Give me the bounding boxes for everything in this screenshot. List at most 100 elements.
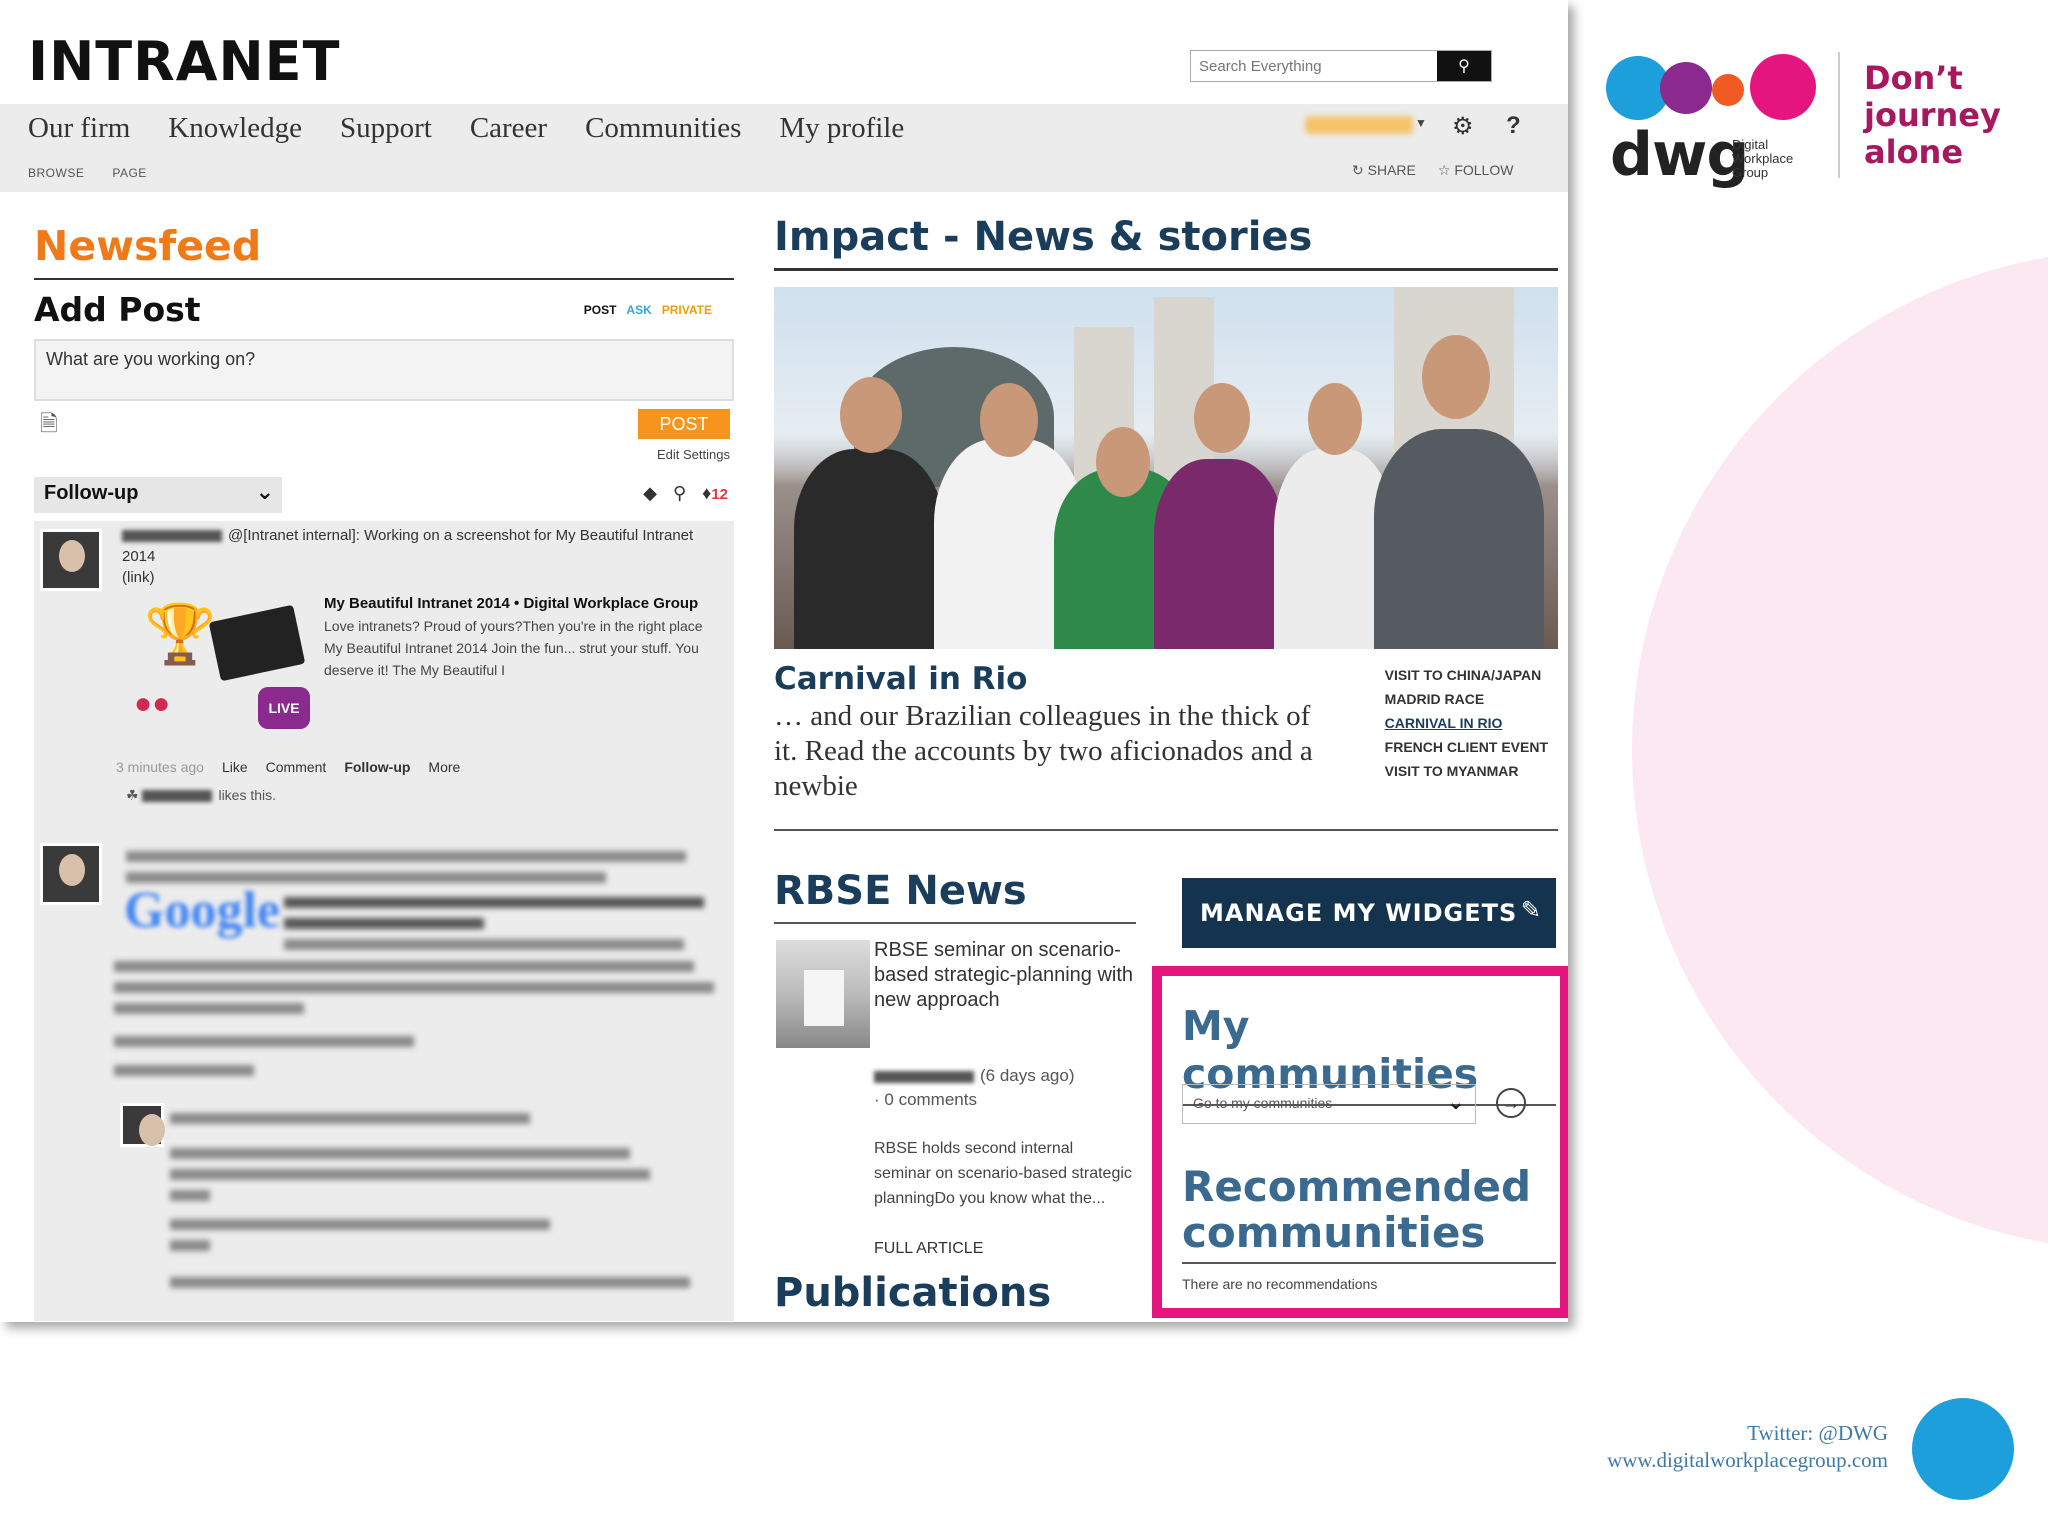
background-circle bbox=[1632, 250, 2048, 1250]
story-link[interactable]: VISIT TO CHINA/JAPAN bbox=[1385, 663, 1548, 687]
rbse-meta: (6 days ago) · 0 comments bbox=[874, 1066, 1075, 1109]
tab-post[interactable]: POST bbox=[584, 303, 617, 317]
slide: INTRANET ⚲ Our firm Knowledge Support Ca… bbox=[0, 0, 2048, 1536]
search-button[interactable]: ⚲ bbox=[1437, 51, 1491, 81]
rbse-comments[interactable]: 0 comments bbox=[884, 1090, 977, 1109]
nav-support[interactable]: Support bbox=[340, 112, 432, 145]
author-name-blurred[interactable] bbox=[122, 530, 222, 543]
nav-my-profile[interactable]: My profile bbox=[779, 112, 904, 145]
notification-count: 12 bbox=[711, 486, 728, 503]
rbse-headline[interactable]: RBSE seminar on scenario-based strategic… bbox=[874, 938, 1136, 1013]
main-nav: Our firm Knowledge Support Career Commun… bbox=[28, 112, 904, 145]
tab-private[interactable]: PRIVATE bbox=[662, 303, 712, 317]
chevron-down-icon[interactable]: ▼ bbox=[1415, 116, 1427, 130]
share-button[interactable]: ↻ SHARE bbox=[1352, 162, 1416, 179]
share-icon: ↻ bbox=[1352, 162, 1364, 178]
blurred-link-card bbox=[284, 897, 724, 960]
user-name-blurred[interactable] bbox=[1305, 116, 1413, 134]
avatar[interactable] bbox=[40, 843, 102, 905]
chevron-down-icon: ⌄ bbox=[255, 479, 274, 504]
trophy-icon: 🏆 bbox=[144, 602, 217, 667]
pencil-icon: ✎ bbox=[1520, 896, 1542, 924]
communities-select[interactable]: Go to my communities ⌄ bbox=[1182, 1084, 1476, 1124]
notification-bell-icon[interactable]: ♦12 bbox=[702, 483, 728, 504]
author-name-blurred[interactable] bbox=[874, 1070, 974, 1083]
search-icon: ⚲ bbox=[1458, 58, 1470, 75]
impact-title: Impact - News & stories bbox=[774, 214, 1558, 271]
search-icon[interactable]: ⚲ bbox=[673, 483, 686, 504]
post-button[interactable]: POST bbox=[638, 409, 730, 439]
avatar[interactable] bbox=[120, 1103, 165, 1147]
feed-item-year: 2014 bbox=[122, 548, 156, 565]
follow-button[interactable]: ☆ FOLLOW bbox=[1438, 162, 1514, 179]
tab-page[interactable]: PAGE bbox=[112, 166, 146, 180]
link-preview-text: Love intranets? Proud of yours?Then you'… bbox=[324, 618, 703, 678]
link-preview-card[interactable]: My Beautiful Intranet 2014 • Digital Wor… bbox=[324, 593, 724, 681]
blurred-comments bbox=[170, 1113, 710, 1298]
intranet-screenshot: INTRANET ⚲ Our firm Knowledge Support Ca… bbox=[0, 0, 1568, 1322]
sub-nav: BROWSE PAGE bbox=[28, 166, 147, 180]
comment-link[interactable]: Comment bbox=[266, 759, 327, 775]
tab-browse[interactable]: BROWSE bbox=[28, 166, 84, 180]
feed-item-text: @[Intranet internal]: Working on a scree… bbox=[122, 527, 694, 586]
add-post-title: Add Post bbox=[34, 290, 201, 329]
help-icon[interactable]: ? bbox=[1506, 112, 1521, 140]
communities-highlight: My communities Go to my communities ⌄ → … bbox=[1152, 966, 1568, 1318]
people-icon: ●● bbox=[134, 687, 171, 720]
gear-icon[interactable]: ⚙ bbox=[1452, 112, 1474, 141]
link-preview-title[interactable]: My Beautiful Intranet 2014 • Digital Wor… bbox=[324, 593, 724, 615]
likes-line: ☘ likes this. bbox=[126, 787, 277, 803]
divider bbox=[1838, 52, 1840, 178]
attachment-icon[interactable]: 🗎 bbox=[40, 407, 58, 445]
feed-item-actions: 3 minutes ago Like Comment Follow-up Mor… bbox=[116, 759, 460, 775]
feed-item-link[interactable]: (link) bbox=[122, 569, 155, 586]
newsfeed-title: Newsfeed bbox=[34, 222, 734, 280]
live-badge: LIVE bbox=[258, 687, 310, 729]
post-input[interactable]: What are you working on? bbox=[34, 339, 734, 401]
more-link[interactable]: More bbox=[428, 759, 460, 775]
tag-icon[interactable]: ◆ bbox=[643, 483, 657, 504]
twitter-handle[interactable]: Twitter: @DWG bbox=[1607, 1420, 1888, 1447]
featured-story: Carnival in Rio … and our Brazilian coll… bbox=[774, 661, 1558, 831]
feed-filter-select[interactable]: Follow-up ⌄ bbox=[34, 477, 282, 513]
intranet-logo: INTRANET bbox=[28, 30, 341, 93]
feed-filter-value: Follow-up bbox=[44, 482, 139, 504]
story-text: … and our Brazilian colleagues in the th… bbox=[774, 700, 1313, 802]
like-link[interactable]: Like bbox=[222, 759, 248, 775]
liker-name-blurred[interactable] bbox=[142, 790, 213, 803]
story-link[interactable]: VISIT TO MYANMAR bbox=[1385, 759, 1548, 783]
rbse-news: RBSE News RBSE seminar on scenario-based… bbox=[774, 868, 1136, 1257]
nav-bar: Our firm Knowledge Support Career Commun… bbox=[0, 104, 1568, 192]
feed-item-time: 3 minutes ago bbox=[116, 759, 204, 775]
page-actions: ↻ SHARE ☆ FOLLOW bbox=[1352, 162, 1513, 179]
post-type-tabs: POST ASK PRIVATE bbox=[584, 303, 712, 317]
manage-widgets-button[interactable]: MANAGE MY WIDGETS ✎ bbox=[1182, 878, 1556, 948]
tagline: Don’t journey alone bbox=[1864, 59, 2001, 171]
newsfeed-column: Newsfeed Add Post POST ASK PRIVATE What … bbox=[34, 222, 734, 1321]
website-url[interactable]: www.digitalworkplacegroup.com bbox=[1607, 1447, 1888, 1474]
rbse-thumbnail[interactable] bbox=[776, 940, 870, 1048]
rbse-body: RBSE holds second internal seminar on sc… bbox=[874, 1140, 1132, 1207]
edit-settings-link[interactable]: Edit Settings bbox=[657, 447, 730, 462]
chevron-down-icon: ⌄ bbox=[1446, 1089, 1465, 1114]
follow-up-link[interactable]: Follow-up bbox=[344, 759, 410, 775]
search-input[interactable] bbox=[1191, 51, 1437, 81]
avatar[interactable] bbox=[40, 529, 102, 591]
story-link-current[interactable]: CARNIVAL IN RIO bbox=[1385, 711, 1548, 735]
tab-ask[interactable]: ASK bbox=[626, 303, 651, 317]
nav-our-firm[interactable]: Our firm bbox=[28, 112, 130, 145]
nav-communities[interactable]: Communities bbox=[585, 112, 741, 145]
search-box[interactable]: ⚲ bbox=[1190, 50, 1492, 82]
nav-career[interactable]: Career bbox=[470, 112, 547, 145]
story-link[interactable]: MADRID RACE bbox=[1385, 687, 1548, 711]
feed-tools: ◆ ⚲ ♦12 bbox=[643, 483, 728, 504]
nav-knowledge[interactable]: Knowledge bbox=[168, 112, 302, 145]
dwg-logo: dwg bbox=[1610, 120, 1749, 190]
carnival-photo[interactable] bbox=[774, 287, 1558, 649]
book-image bbox=[208, 604, 306, 682]
story-link[interactable]: FRENCH CLIENT EVENT bbox=[1385, 735, 1548, 759]
full-article-link[interactable]: FULL ARTICLE bbox=[874, 1240, 983, 1258]
news-column: Impact - News & stories Carnival in Rio … bbox=[774, 214, 1568, 1318]
go-arrow-icon[interactable]: → bbox=[1496, 1088, 1526, 1118]
blurred-text bbox=[114, 961, 724, 1086]
